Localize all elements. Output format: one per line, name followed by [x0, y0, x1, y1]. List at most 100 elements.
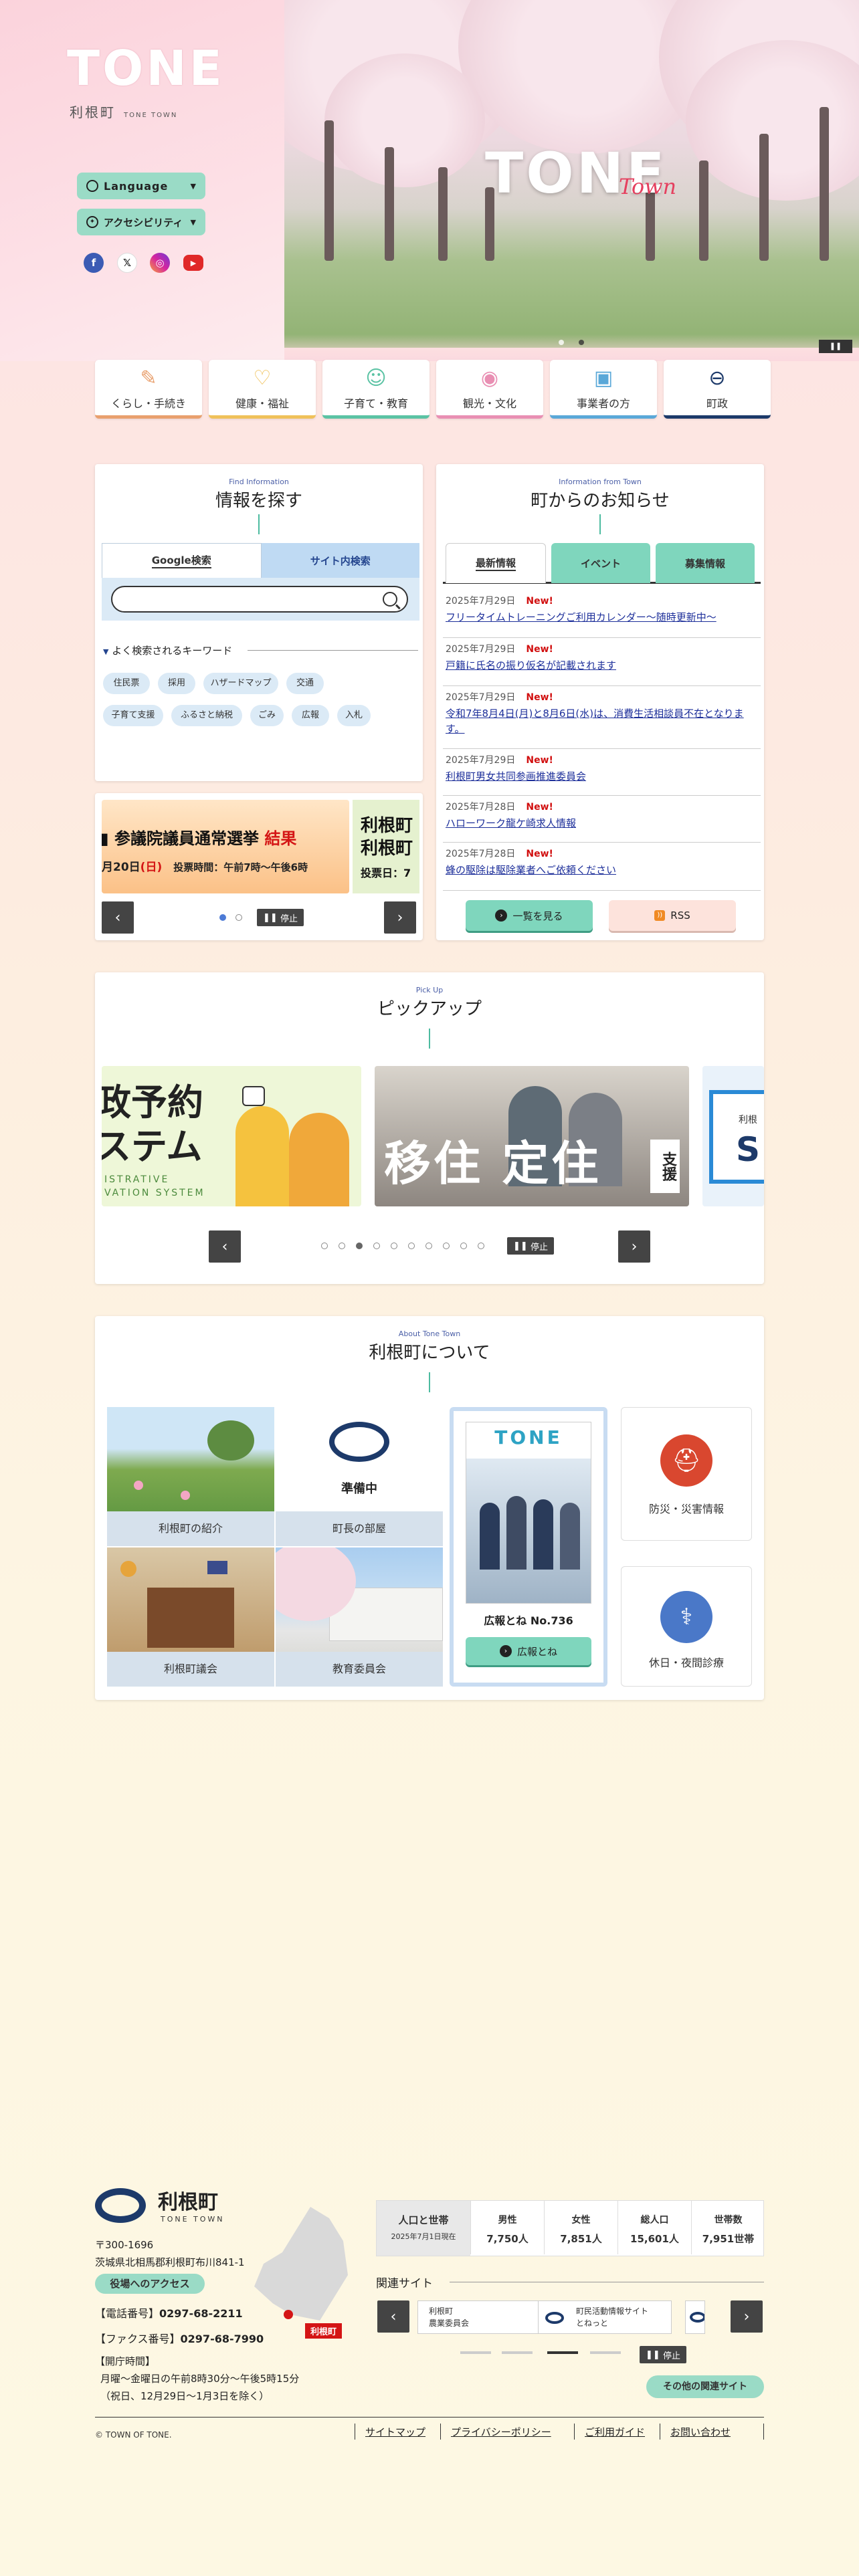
site-logo[interactable]: TONE — [67, 40, 225, 96]
pickup-slide-reservation[interactable]: 政予約 ステム ISTRATIVE VATION SYSTEM — [102, 1066, 361, 1206]
hero-dot[interactable] — [559, 340, 564, 345]
pickup-dot[interactable] — [373, 1243, 380, 1249]
footer-link[interactable]: ご利用ガイド — [585, 2425, 645, 2439]
category-1[interactable]: ♡ 健康・福祉 — [209, 360, 316, 419]
keyword-tag[interactable]: ごみ — [250, 705, 284, 726]
keyword-tag[interactable]: ハザードマップ — [203, 673, 278, 694]
pickup-dot[interactable] — [408, 1243, 415, 1249]
footer-town-name[interactable]: 利根町 — [158, 2185, 218, 2215]
pickup-dot[interactable] — [339, 1243, 345, 1249]
related-indicator-active[interactable] — [547, 2351, 578, 2354]
news-link[interactable]: 令和7年8月4日(月)と8月6日(水)は、消費生活相談員不在となります。 — [443, 706, 761, 737]
banner-pause-button[interactable]: ❚❚ 停止 — [257, 909, 304, 926]
banner-next-button[interactable]: › — [384, 901, 416, 934]
about-mayor[interactable]: 準備中 町長の部屋 — [276, 1407, 443, 1546]
pickup-dot-active[interactable] — [356, 1243, 363, 1249]
news-list-button[interactable]: › 一覧を見る — [466, 900, 593, 931]
news-link[interactable]: 利根町男女共同参画推進委員会 — [443, 769, 761, 784]
news-link[interactable]: 戸籍に氏名の振り仮名が記載されます — [443, 658, 761, 673]
category-4[interactable]: ▣ 事業者の方 — [550, 360, 657, 419]
banner-dot[interactable] — [235, 914, 242, 921]
tab-site-search[interactable]: サイト内検索 — [261, 543, 419, 578]
pickup-prev-button[interactable]: ‹ — [209, 1230, 241, 1263]
tab-google-search[interactable]: Google検索 — [102, 543, 262, 578]
related-site-link[interactable]: 町民活動情報サイト とねっと — [538, 2300, 672, 2334]
election-banner[interactable]: ■ 参議院議員通常選挙 結果 月20日(日) 投票時間：午前7時～午後6時 — [102, 800, 349, 893]
about-card: About Tone Town 利根町について 利根町の紹介 準備中 町長の部屋… — [95, 1316, 764, 1700]
category-5[interactable]: ⊖ 町政 — [664, 360, 771, 419]
pickup-dot[interactable] — [478, 1243, 484, 1249]
kouhou-card[interactable]: TONE 広報とね No.736 › 広報とね — [450, 1407, 607, 1687]
related-next-button[interactable]: › — [731, 2300, 763, 2333]
instagram-icon[interactable]: ◎ — [150, 253, 170, 273]
related-prev-button[interactable]: ‹ — [377, 2300, 409, 2333]
pickup-pause-button[interactable]: ❚❚ 停止 — [507, 1237, 554, 1255]
related-pause-button[interactable]: ❚❚ 停止 — [640, 2346, 686, 2363]
search-icon[interactable] — [383, 592, 397, 607]
pickup-dot[interactable] — [425, 1243, 432, 1249]
kouhou-cover: TONE — [466, 1422, 591, 1604]
keyword-tag[interactable]: 住民票 — [103, 673, 150, 694]
related-indicator[interactable] — [460, 2351, 491, 2354]
youtube-icon[interactable]: ▶ — [183, 255, 203, 271]
related-site-partial[interactable] — [685, 2300, 705, 2334]
banner-dot-active[interactable] — [219, 914, 226, 921]
keyword-tag[interactable]: 交通 — [286, 673, 324, 694]
search-title: 情報を探す — [215, 491, 302, 511]
tab-events[interactable]: イベント — [551, 543, 650, 583]
pickup-slide-3[interactable]: 利根 S — [702, 1066, 764, 1206]
logo-town-en: TONE TOWN — [124, 112, 178, 119]
pickup-slide-migration[interactable]: 移住 定住 支援 — [375, 1066, 689, 1206]
slide3-text1: 利根 — [739, 1115, 757, 1125]
related-indicator[interactable] — [502, 2351, 533, 2354]
facebook-icon[interactable]: f — [84, 253, 104, 273]
new-badge: New! — [526, 596, 553, 607]
disaster-info-link[interactable]: ⛑ 防災・災害情報 — [621, 1407, 752, 1541]
banner-prev-button[interactable]: ‹ — [102, 901, 134, 934]
footer-link[interactable]: お問い合わせ — [670, 2425, 731, 2439]
pickup-dot[interactable] — [443, 1243, 450, 1249]
footer-link[interactable]: サイトマップ — [365, 2425, 425, 2439]
kouhou-button[interactable]: › 広報とね — [466, 1637, 591, 1665]
x-icon[interactable]: 𝕏 — [117, 253, 137, 273]
category-2[interactable]: ☺ 子育て・教育 — [322, 360, 430, 419]
pickup-dot[interactable] — [321, 1243, 328, 1249]
election-banner-2[interactable]: 利根町 利根町 投票日：7 — [353, 800, 419, 893]
access-button[interactable]: 役場へのアクセス — [95, 2274, 205, 2294]
keyword-tag[interactable]: 入札 — [337, 705, 371, 726]
keyword-tag[interactable]: 子育て支援 — [103, 705, 163, 726]
news-link[interactable]: フリータイムトレーニングご利用カレンダー～随時更新中～ — [443, 610, 761, 625]
related-sites-title: 関連サイト — [376, 2277, 433, 2290]
category-label: 町政 — [706, 397, 728, 410]
about-education[interactable]: 教育委員会 — [276, 1547, 443, 1687]
tel-number[interactable]: 0297-68-2211 — [159, 2307, 243, 2320]
about-intro[interactable]: 利根町の紹介 — [107, 1407, 274, 1546]
keyword-tag[interactable]: 広報 — [292, 705, 329, 726]
footer-link[interactable]: プライバシーポリシー — [451, 2425, 551, 2439]
keyword-tag[interactable]: ふるさと納税 — [171, 705, 242, 726]
language-button[interactable]: Language ▼ — [77, 173, 205, 199]
pickup-dot[interactable] — [391, 1243, 397, 1249]
category-0[interactable]: ✎ くらし・手続き — [95, 360, 202, 419]
hero-pause-button[interactable]: ❚❚ — [819, 340, 852, 353]
pickup-next-button[interactable]: › — [618, 1230, 650, 1263]
hero-dot-active[interactable] — [579, 340, 584, 345]
search-input[interactable] — [123, 587, 377, 610]
related-indicator[interactable] — [590, 2351, 621, 2354]
category-3[interactable]: ◉ 観光・文化 — [436, 360, 543, 419]
arrow-circle-icon: › — [499, 1645, 512, 1657]
slide2-text2: 定住 — [502, 1136, 601, 1191]
keyword-tag[interactable]: 採用 — [158, 673, 195, 694]
about-council[interactable]: 利根町議会 — [107, 1547, 274, 1687]
rss-button[interactable]: )) RSS — [609, 900, 736, 931]
tab-latest[interactable]: 最新情報 — [446, 543, 546, 583]
news-link[interactable]: 蜂の駆除は駆除業者へご依頼ください — [443, 863, 761, 878]
other-sites-button[interactable]: その他の関連サイト — [646, 2375, 764, 2398]
holiday-clinic-link[interactable]: ⚕ 休日・夜間診療 — [621, 1566, 752, 1687]
new-badge: New! — [526, 644, 553, 655]
pickup-dot[interactable] — [460, 1243, 467, 1249]
related-site-link[interactable]: 利根町 農業委員会 — [417, 2300, 551, 2334]
news-link[interactable]: ハローワーク龍ケ崎求人情報 — [443, 816, 761, 831]
accessibility-button[interactable]: ✦ アクセシビリティ ▼ — [77, 209, 205, 235]
tab-recruitment[interactable]: 募集情報 — [656, 543, 755, 583]
